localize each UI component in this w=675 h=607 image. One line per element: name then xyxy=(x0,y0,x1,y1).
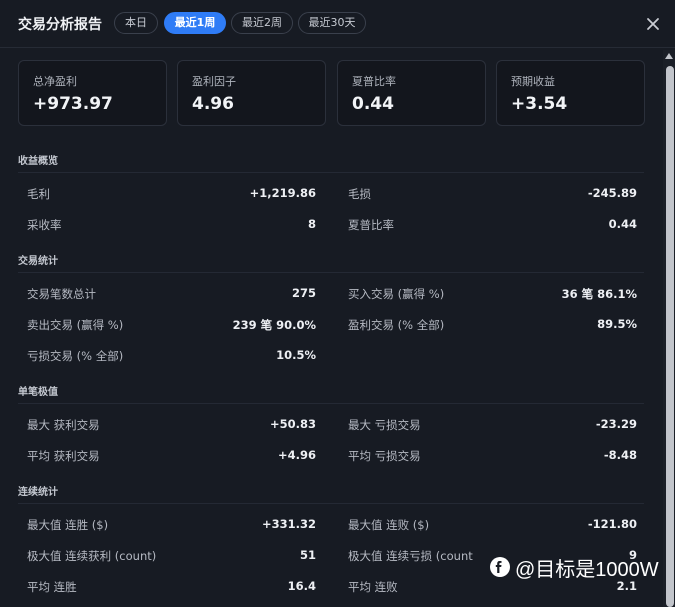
row-label: 平均 连败 xyxy=(348,580,398,594)
row-value: -23.29 xyxy=(595,417,637,431)
panel-title: 交易分析报告 xyxy=(18,17,102,33)
stat-card-net-profit: 总净盈利 +973.97 xyxy=(18,60,167,126)
stat-card-label: 总净盈利 xyxy=(33,75,77,88)
scrollbar-thumb[interactable] xyxy=(666,66,674,607)
watermark-text: @目标是1000W xyxy=(515,558,659,581)
section-divider xyxy=(18,403,644,404)
row-value: 36 笔 86.1% xyxy=(561,287,637,301)
row-value: -8.48 xyxy=(603,448,637,462)
stat-card-label: 夏普比率 xyxy=(352,75,396,88)
row-value: 16.4 xyxy=(287,579,316,593)
row-value: -245.89 xyxy=(587,186,637,200)
watermark: @目标是1000W xyxy=(489,555,659,581)
stat-card-label: 盈利因子 xyxy=(192,75,236,88)
section-title-trade-stats: 交易统计 xyxy=(18,256,58,267)
row-value: 51 xyxy=(299,548,316,562)
row-label: 平均 亏损交易 xyxy=(348,449,421,463)
row-label: 卖出交易 (赢得 %) xyxy=(27,318,124,332)
row-value: 0.44 xyxy=(608,217,637,231)
stat-card-sharpe-ratio: 夏普比率 0.44 xyxy=(337,60,486,126)
stat-card-expected-return: 预期收益 +3.54 xyxy=(496,60,645,126)
trade-analysis-panel: 交易分析报告 本日 最近1周 最近2周 最近30天 总净盈利 +973.97 盈… xyxy=(0,0,675,607)
row-value: +331.32 xyxy=(261,517,316,531)
row-value: 89.5% xyxy=(597,317,637,331)
row-value: 275 xyxy=(291,286,316,300)
row-label: 最大值 连胜 ($) xyxy=(27,518,109,532)
section-title-streaks: 连续统计 xyxy=(18,487,58,498)
row-label: 极大值 连续获利 (count) xyxy=(27,549,157,563)
row-label: 夏普比率 xyxy=(348,218,394,232)
row-label: 亏损交易 (% 全部) xyxy=(27,349,124,363)
section-divider xyxy=(18,172,644,173)
row-label: 平均 获利交易 xyxy=(27,449,100,463)
row-label: 极大值 连续亏损 (count xyxy=(348,549,473,563)
row-label: 交易笔数总计 xyxy=(27,287,96,301)
row-label: 最大 亏损交易 xyxy=(348,418,421,432)
stat-card-value: +3.54 xyxy=(511,94,568,114)
section-divider xyxy=(18,272,644,273)
stat-card-value: 4.96 xyxy=(192,94,234,114)
close-icon[interactable] xyxy=(645,16,661,32)
row-value: +50.83 xyxy=(269,417,316,431)
row-label: 采收率 xyxy=(27,218,62,232)
tab-last-2-weeks[interactable]: 最近2周 xyxy=(231,12,293,34)
tab-last-1-week[interactable]: 最近1周 xyxy=(164,12,226,34)
row-label: 最大值 连败 ($) xyxy=(348,518,430,532)
row-label: 买入交易 (赢得 %) xyxy=(348,287,445,301)
row-label: 盈利交易 (% 全部) xyxy=(348,318,445,332)
stat-card-value: 0.44 xyxy=(352,94,394,114)
row-value: 10.5% xyxy=(276,348,316,362)
panel-header: 交易分析报告 本日 最近1周 最近2周 最近30天 xyxy=(0,0,675,48)
row-value: 8 xyxy=(307,217,316,231)
stat-card-value: +973.97 xyxy=(33,94,113,114)
row-value: +1,219.86 xyxy=(249,186,316,200)
row-label: 平均 连胜 xyxy=(27,580,77,594)
section-title-extremes: 单笔极值 xyxy=(18,387,58,398)
scroll-up-icon[interactable] xyxy=(665,53,673,59)
row-value: 239 笔 90.0% xyxy=(232,318,316,332)
weibo-logo-icon xyxy=(490,557,510,577)
row-label: 最大 获利交易 xyxy=(27,418,100,432)
row-label: 毛损 xyxy=(348,187,371,201)
section-divider xyxy=(18,503,644,504)
tab-last-30-days[interactable]: 最近30天 xyxy=(298,12,366,34)
stat-card-profit-factor: 盈利因子 4.96 xyxy=(177,60,326,126)
section-title-overview: 收益概览 xyxy=(18,156,58,167)
row-label: 毛利 xyxy=(27,187,50,201)
row-value: -121.80 xyxy=(587,517,637,531)
stat-card-label: 预期收益 xyxy=(511,75,555,88)
tab-today[interactable]: 本日 xyxy=(114,12,158,34)
row-value: +4.96 xyxy=(277,448,316,462)
